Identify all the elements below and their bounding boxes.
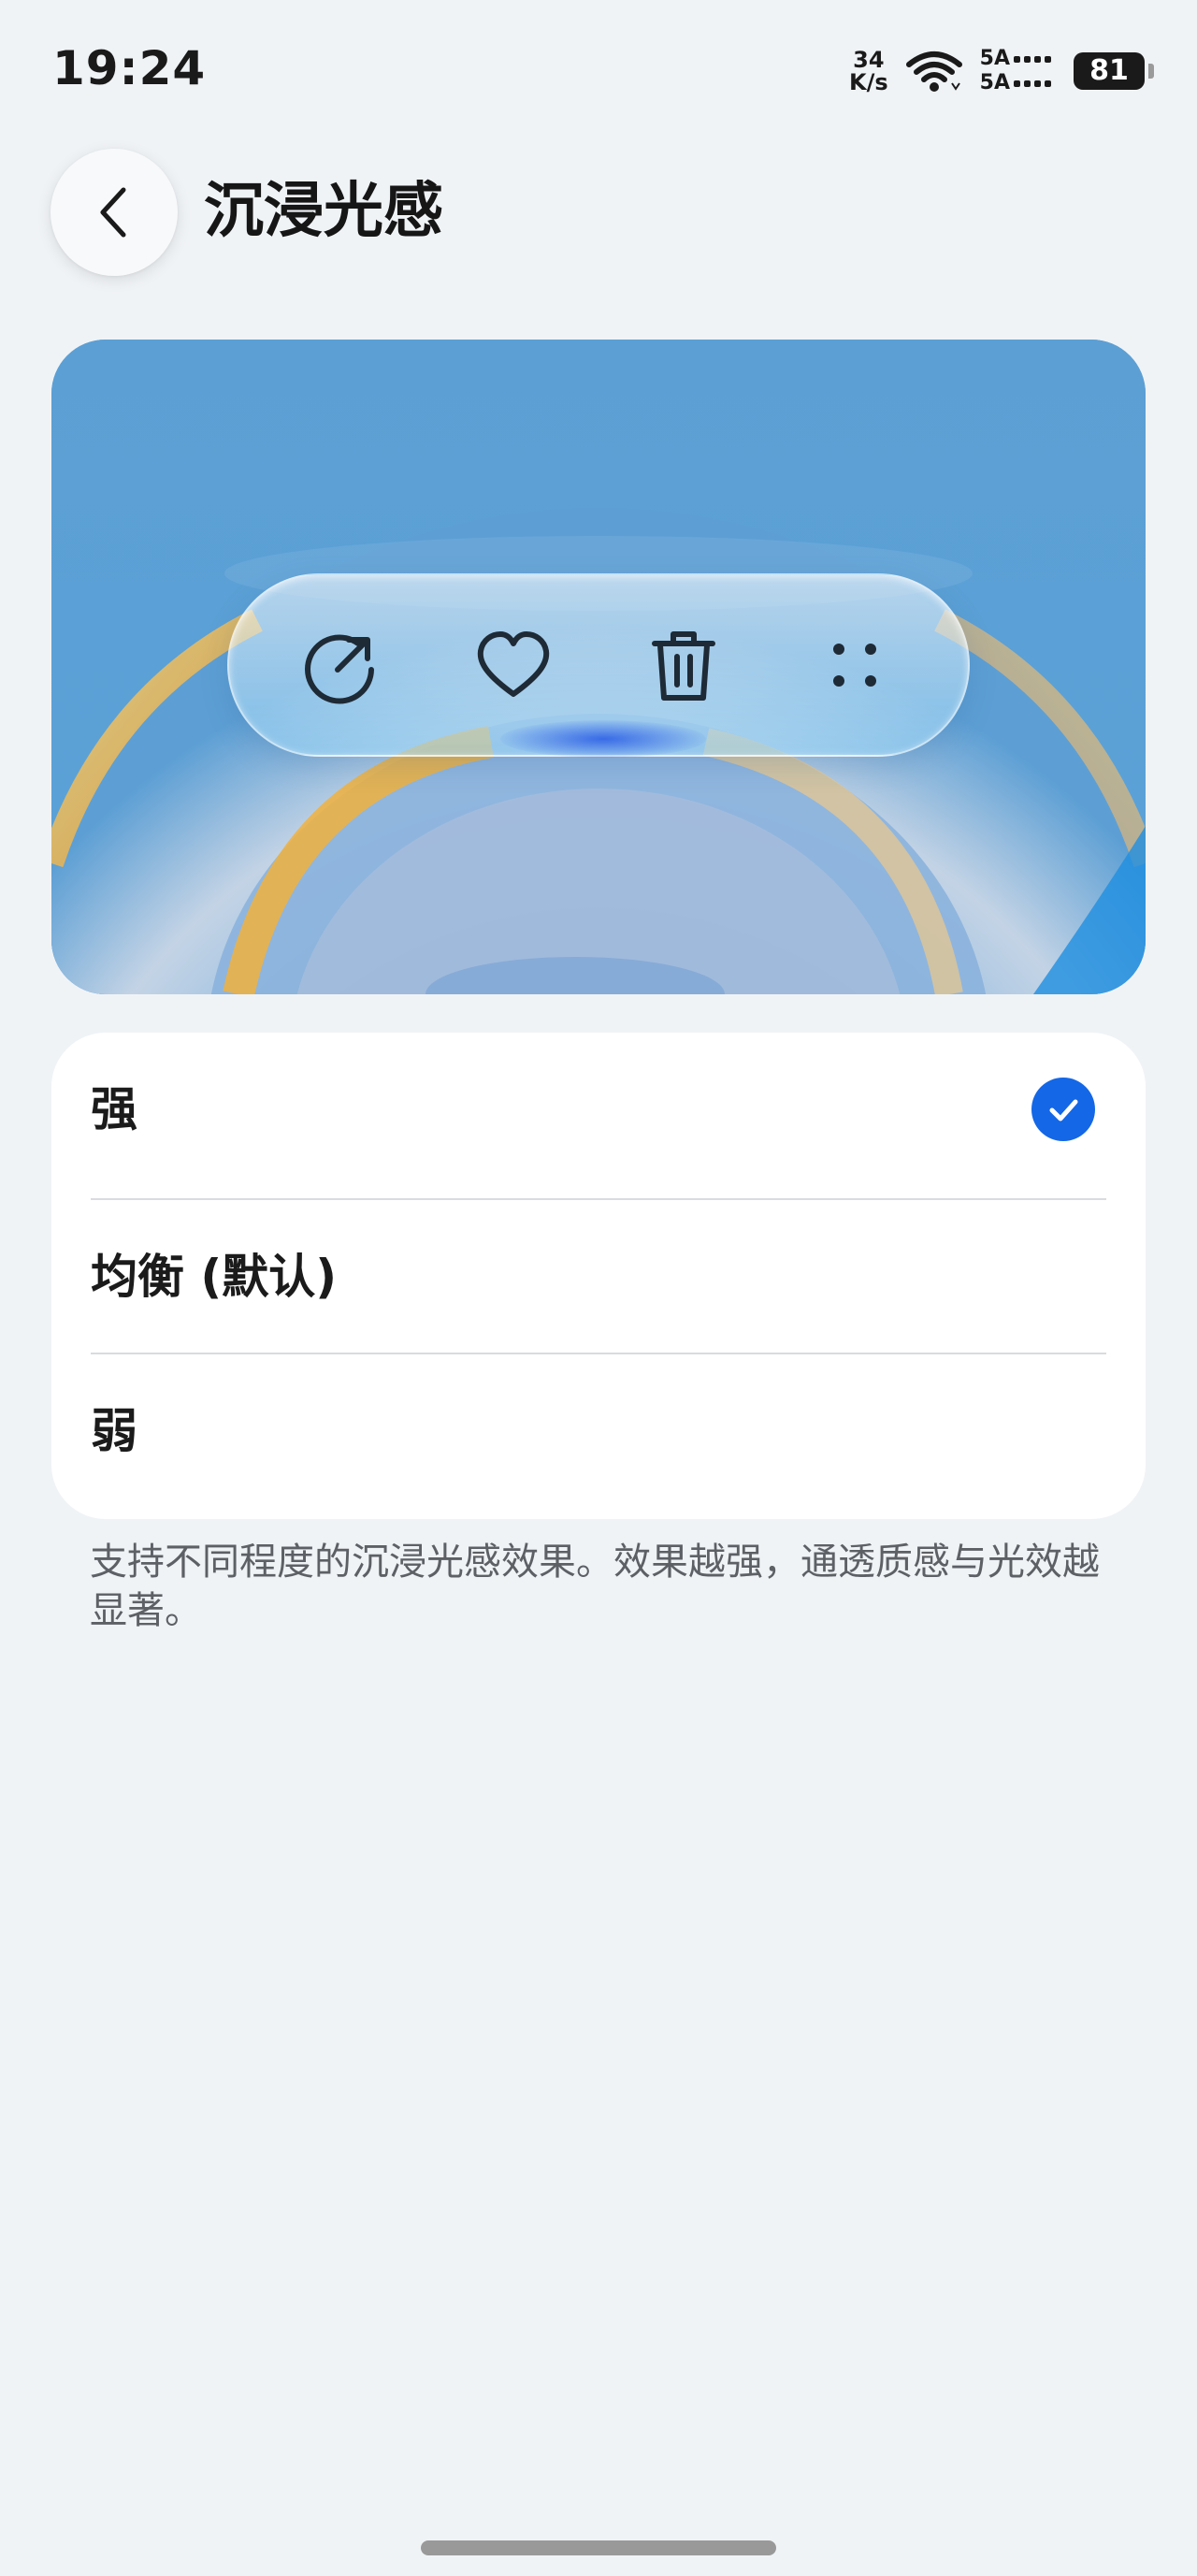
- intensity-options: 强 均衡 (默认) 弱: [51, 1033, 1146, 1519]
- heart-icon: [462, 614, 565, 716]
- status-indicators: 34 K/s 5A 5A 81: [849, 43, 1154, 99]
- chevron-left-icon: [100, 187, 126, 238]
- option-weak-label: 弱: [91, 1404, 137, 1458]
- status-time: 19:24: [52, 41, 207, 95]
- network-speed: 34 K/s: [849, 49, 888, 94]
- share-icon: [291, 614, 394, 716]
- signal-1-label: 5A: [979, 47, 1010, 70]
- preview-image: [51, 340, 1146, 994]
- option-weak[interactable]: 弱: [51, 1354, 1146, 1508]
- signal-row-2: 5A: [980, 72, 1051, 94]
- trash-icon: [632, 614, 735, 716]
- home-indicator[interactable]: [421, 2540, 776, 2555]
- network-speed-unit: K/s: [849, 69, 888, 95]
- more-dots-icon: [803, 614, 906, 716]
- glass-toolbar: [227, 573, 970, 758]
- signal-row-1: 5A: [980, 48, 1051, 70]
- back-button[interactable]: [50, 149, 178, 276]
- signal-1-bars-icon: [1014, 55, 1051, 63]
- signal-2-label: 5A: [979, 71, 1010, 94]
- option-strong-label: 强: [91, 1082, 137, 1136]
- wifi-icon: [905, 50, 963, 93]
- description-text: 支持不同程度的沉浸光感效果。效果越强，通透质感与光效越显著。: [90, 1541, 1100, 1632]
- battery-level: 81: [1089, 54, 1129, 87]
- option-balanced[interactable]: 均衡 (默认): [51, 1200, 1146, 1353]
- toolbar-glow: [500, 720, 706, 758]
- cellular-signal: 5A 5A: [980, 48, 1051, 94]
- option-balanced-label: 均衡 (默认): [91, 1250, 338, 1304]
- network-speed-value: 34: [853, 47, 885, 73]
- battery-icon: 81: [1074, 52, 1154, 90]
- checkmark-icon: [1031, 1078, 1095, 1141]
- page-title: 沉浸光感: [204, 177, 443, 246]
- option-strong[interactable]: 强: [51, 1033, 1146, 1186]
- status-bar: 19:24 34 K/s 5A 5A 81: [0, 0, 1197, 140]
- signal-2-bars-icon: [1014, 80, 1051, 87]
